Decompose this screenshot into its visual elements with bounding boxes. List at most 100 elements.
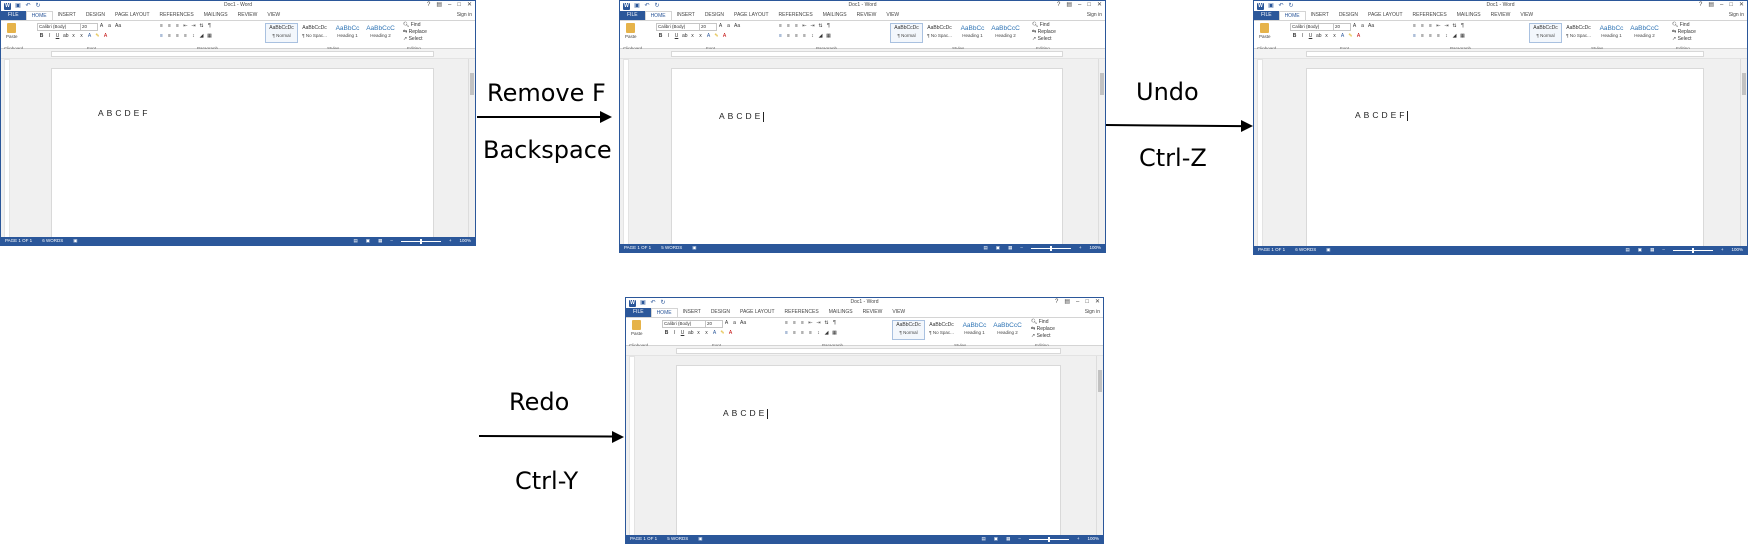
tab-5[interactable]: REFERENCES (774, 11, 818, 20)
multilevel-icon[interactable]: ≡ (175, 23, 180, 29)
change-case-icon[interactable]: Aa (740, 320, 746, 326)
align-right-icon[interactable]: ≡ (1428, 33, 1433, 39)
subscript-icon[interactable]: x (71, 33, 76, 39)
vertical-ruler[interactable] (4, 59, 10, 240)
ribbon-display-icon[interactable]: ▤ (1708, 1, 1714, 10)
style-normal[interactable]: AaBbCcDc ¶ Normal (1529, 23, 1562, 43)
close-icon[interactable]: ✕ (1097, 1, 1102, 10)
grow-font-icon[interactable]: A (724, 320, 729, 326)
increase-indent-icon[interactable]: ⇥ (816, 320, 821, 326)
font-name-select[interactable]: Calibri (Body) (662, 320, 706, 328)
zoom-slider[interactable] (1030, 245, 1071, 251)
tab-1[interactable]: HOME (1278, 11, 1306, 20)
style-heading-2[interactable]: AaBbCcC Heading 2 (991, 320, 1024, 340)
bullets-icon[interactable]: ≡ (1412, 23, 1417, 29)
underline-icon[interactable]: U (55, 33, 60, 39)
sign-in-link[interactable]: Sign in (1085, 308, 1100, 317)
zoom-in-icon[interactable]: + (1079, 244, 1082, 252)
shrink-font-icon[interactable]: a (1360, 23, 1365, 29)
minimize-icon[interactable]: – (448, 1, 451, 10)
zoom-slider-thumb[interactable] (1691, 247, 1694, 253)
tab-0[interactable]: FILE (620, 11, 645, 20)
align-left-icon[interactable]: ≡ (778, 33, 783, 39)
zoom-in-icon[interactable]: + (449, 237, 452, 245)
tab-1[interactable]: HOME (644, 11, 672, 20)
italic-icon[interactable]: I (47, 33, 52, 39)
maximize-icon[interactable]: □ (457, 1, 461, 10)
tab-4[interactable]: PAGE LAYOUT (729, 11, 774, 20)
select-button[interactable]: ↗ Select (1672, 36, 1712, 43)
tab-2[interactable]: INSERT (1306, 11, 1334, 20)
proofing-icon[interactable]: ▣ (692, 244, 696, 252)
help-icon[interactable]: ? (427, 1, 430, 10)
change-case-icon[interactable]: Aa (1368, 23, 1374, 29)
document-text[interactable]: ABCDEF (1355, 110, 1409, 121)
sign-in-link[interactable]: Sign in (1729, 11, 1744, 20)
borders-icon[interactable]: ▦ (207, 33, 212, 39)
word-count[interactable]: 6 WORDS (42, 237, 63, 245)
tab-7[interactable]: REVIEW (852, 11, 882, 20)
tab-5[interactable]: REFERENCES (155, 11, 199, 20)
tab-8[interactable]: VIEW (1515, 11, 1538, 20)
tab-1[interactable]: HOME (650, 308, 678, 317)
style-no-spacing[interactable]: AaBbCcDc ¶ No Spac... (298, 23, 331, 43)
close-icon[interactable]: ✕ (467, 1, 472, 10)
line-spacing-icon[interactable]: ↕ (816, 330, 821, 336)
style-heading-1[interactable]: AaBbCc Heading 1 (956, 23, 989, 43)
line-spacing-icon[interactable]: ↕ (191, 33, 196, 39)
strikethrough-icon[interactable]: ab (682, 33, 688, 39)
increase-indent-icon[interactable]: ⇥ (191, 23, 196, 29)
maximize-icon[interactable]: □ (1087, 1, 1091, 10)
paste-icon[interactable] (7, 23, 16, 33)
superscript-icon[interactable]: x (704, 330, 709, 336)
highlight-icon[interactable]: ✎ (95, 33, 100, 39)
grow-font-icon[interactable]: A (718, 23, 723, 29)
numbering-icon[interactable]: ≡ (786, 23, 791, 29)
zoom-in-icon[interactable]: + (1077, 535, 1080, 543)
bold-icon[interactable]: B (39, 33, 44, 39)
align-left-icon[interactable]: ≡ (784, 330, 789, 336)
replace-button[interactable]: ⇆ Replace (403, 29, 443, 36)
tab-4[interactable]: PAGE LAYOUT (735, 308, 780, 317)
style-heading-2[interactable]: AaBbCcC Heading 2 (364, 23, 397, 43)
shading-icon[interactable]: ◢ (1452, 33, 1457, 39)
multilevel-icon[interactable]: ≡ (800, 320, 805, 326)
proofing-icon[interactable]: ▣ (73, 237, 77, 245)
replace-button[interactable]: ⇆ Replace (1672, 29, 1712, 36)
tab-8[interactable]: VIEW (881, 11, 904, 20)
underline-icon[interactable]: U (674, 33, 679, 39)
tab-7[interactable]: REVIEW (1486, 11, 1516, 20)
zoom-level[interactable]: 100% (1089, 244, 1101, 252)
borders-icon[interactable]: ▦ (1460, 33, 1465, 39)
zoom-out-icon[interactable]: – (1662, 246, 1665, 254)
maximize-icon[interactable]: □ (1729, 1, 1733, 10)
sign-in-link[interactable]: Sign in (457, 11, 472, 20)
find-button[interactable]: 🔍︎ Find (403, 22, 443, 29)
pilcrow-icon[interactable]: ¶ (1460, 23, 1465, 29)
close-icon[interactable]: ✕ (1739, 1, 1744, 10)
shrink-font-icon[interactable]: a (732, 320, 737, 326)
align-center-icon[interactable]: ≡ (792, 330, 797, 336)
word-count[interactable]: 6 WORDS (1295, 246, 1316, 254)
highlight-icon[interactable]: ✎ (714, 33, 719, 39)
grow-font-icon[interactable]: A (1352, 23, 1357, 29)
zoom-in-icon[interactable]: + (1721, 246, 1724, 254)
find-button[interactable]: 🔍︎ Find (1031, 319, 1071, 326)
pilcrow-icon[interactable]: ¶ (832, 320, 837, 326)
document-text[interactable]: ABCDE (723, 408, 769, 419)
decrease-indent-icon[interactable]: ⇤ (1436, 23, 1441, 29)
help-icon[interactable]: ? (1055, 298, 1058, 307)
superscript-icon[interactable]: x (79, 33, 84, 39)
zoom-out-icon[interactable]: – (390, 237, 393, 245)
sign-in-link[interactable]: Sign in (1087, 11, 1102, 20)
font-color-icon[interactable]: A (728, 330, 733, 336)
tab-3[interactable]: DESIGN (1334, 11, 1363, 20)
document-text[interactable]: ABCDE (719, 111, 765, 122)
ribbon-display-icon[interactable]: ▤ (1064, 298, 1070, 307)
borders-icon[interactable]: ▦ (832, 330, 837, 336)
minimize-icon[interactable]: – (1078, 1, 1081, 10)
tab-0[interactable]: FILE (1, 11, 26, 20)
shading-icon[interactable]: ◢ (824, 330, 829, 336)
horizontal-ruler[interactable] (626, 346, 1103, 356)
zoom-out-icon[interactable]: – (1018, 535, 1021, 543)
